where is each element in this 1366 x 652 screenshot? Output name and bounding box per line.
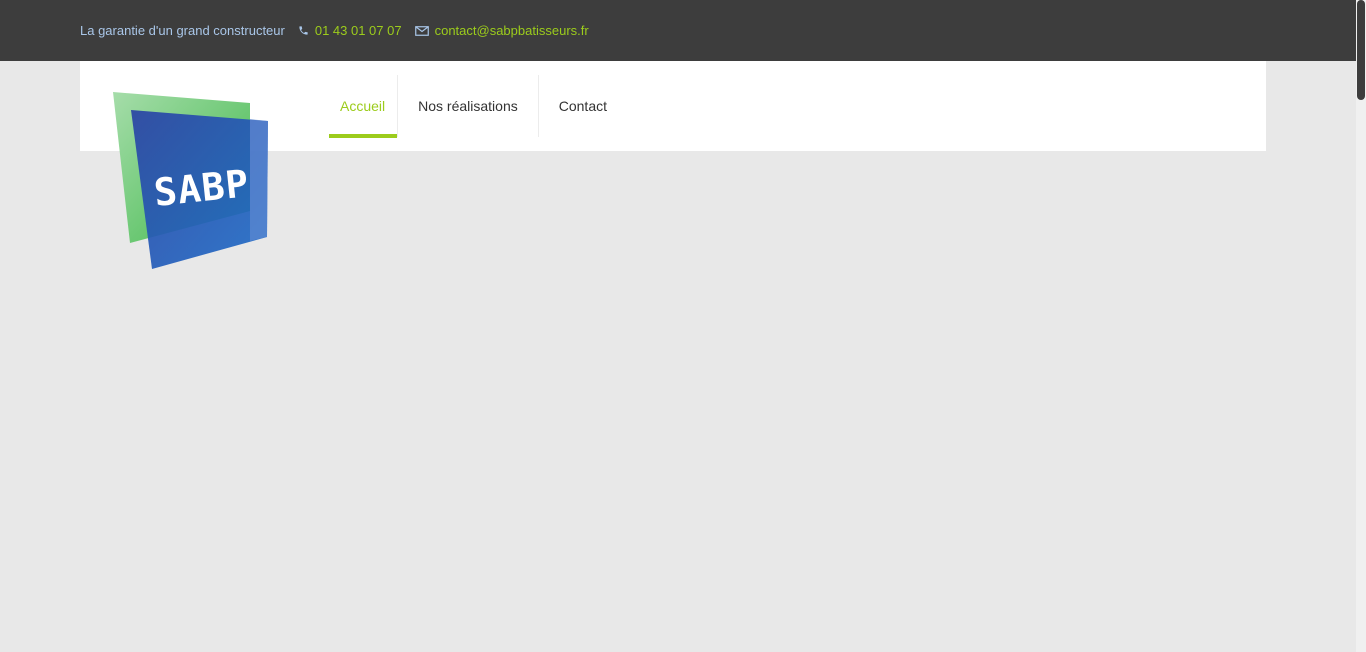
phone-icon xyxy=(299,26,308,35)
logo[interactable]: SABP xyxy=(112,91,272,271)
tagline: La garantie d'un grand constructeur xyxy=(80,23,285,38)
top-bar: La garantie d'un grand constructeur 01 4… xyxy=(0,0,1356,61)
nav-item-label: Nos réalisations xyxy=(418,98,518,114)
phone-link[interactable]: 01 43 01 07 07 xyxy=(298,23,402,38)
nav-item-accueil[interactable]: Accueil xyxy=(329,75,398,138)
email-link[interactable]: contact@sabpbatisseurs.fr xyxy=(414,23,589,38)
nav-item-label: Contact xyxy=(558,98,607,114)
nav-item-nos-realisations[interactable]: Nos réalisations xyxy=(397,75,538,137)
mail-icon xyxy=(414,25,429,36)
nav-item-label: Accueil xyxy=(340,98,386,114)
scrollbar-thumb[interactable] xyxy=(1357,0,1365,100)
email-address: contact@sabpbatisseurs.fr xyxy=(434,23,589,38)
top-bar-content: La garantie d'un grand constructeur 01 4… xyxy=(80,0,589,61)
main-nav: Accueil Nos réalisations Contact xyxy=(329,75,627,138)
sabp-logo-graphic: SABP xyxy=(113,92,268,269)
vertical-scrollbar[interactable] xyxy=(1356,0,1366,652)
nav-item-contact[interactable]: Contact xyxy=(537,75,627,137)
phone-number: 01 43 01 07 07 xyxy=(314,23,402,38)
